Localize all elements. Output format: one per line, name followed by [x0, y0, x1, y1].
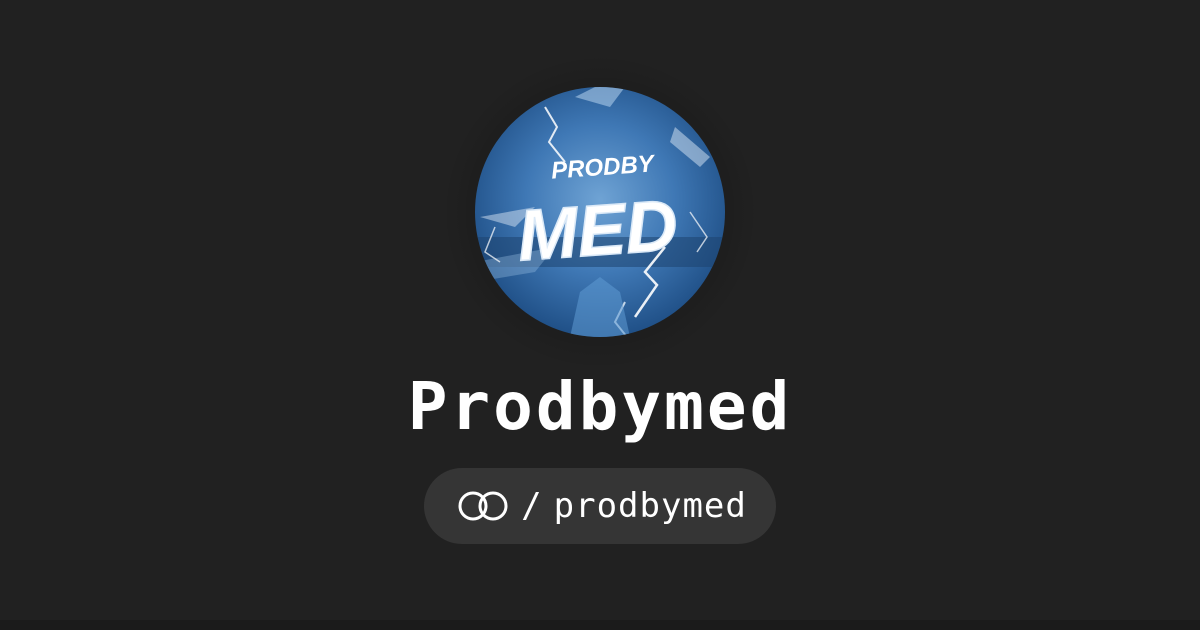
- page: PRODBY MED Prodbymed / prodbymed: [0, 0, 1200, 630]
- handle-separator: /: [521, 486, 542, 526]
- handle-username: prodbymed: [553, 486, 747, 526]
- avatar[interactable]: PRODBY MED: [475, 87, 725, 337]
- bottom-strip: [0, 620, 1200, 630]
- avatar-main-text: MED: [515, 186, 680, 277]
- display-name: Prodbymed: [407, 368, 793, 445]
- avatar-top-text: PRODBY: [550, 150, 656, 184]
- handle-link-button[interactable]: / prodbymed: [424, 468, 776, 544]
- avatar-artwork: PRODBY MED: [475, 87, 725, 337]
- interlocked-rings-icon: [458, 491, 508, 521]
